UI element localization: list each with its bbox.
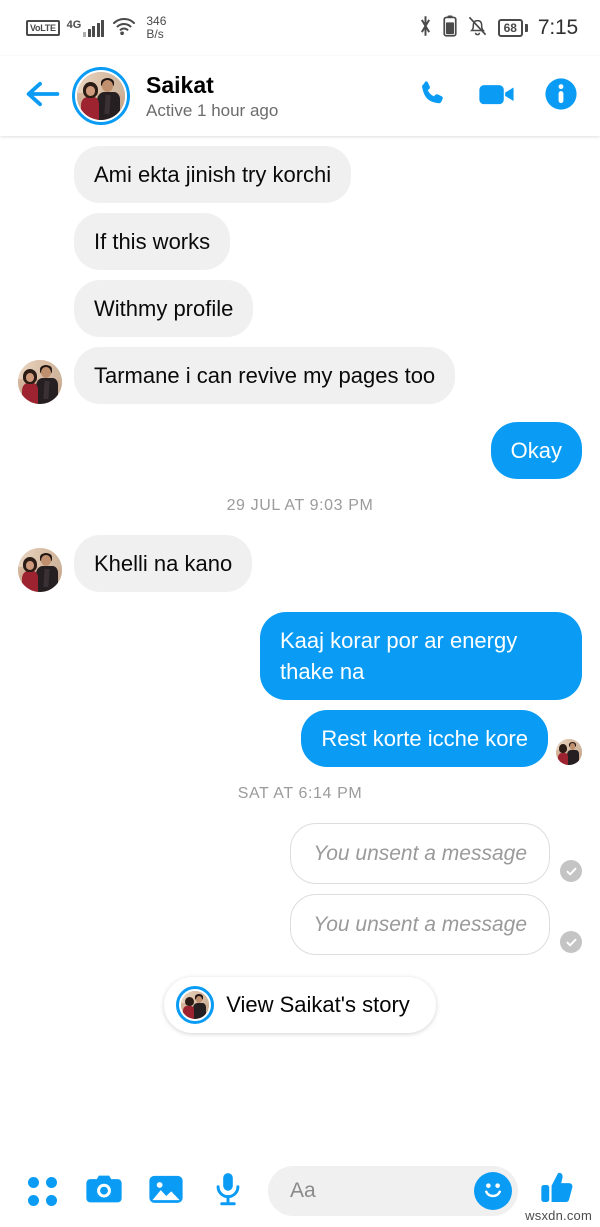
data-rate-indicator: 346 B/s xyxy=(146,15,166,41)
battery-icon xyxy=(442,14,457,42)
avatar-photo xyxy=(77,72,125,120)
delivered-check-icon xyxy=(560,860,582,882)
clock-label: 7:15 xyxy=(537,16,578,39)
bluetooth-icon xyxy=(418,15,433,42)
message-bubble-outgoing[interactable]: Kaaj korar por ar energy thake na xyxy=(260,612,582,700)
view-story-button[interactable]: View Saikat's story xyxy=(164,977,436,1033)
view-story-label: View Saikat's story xyxy=(226,992,410,1017)
info-button[interactable] xyxy=(544,77,578,116)
message-row: Kaaj korar por ar energy thake na xyxy=(0,612,600,700)
active-status-label: Active 1 hour ago xyxy=(146,100,279,120)
phone-call-button[interactable] xyxy=(416,77,450,116)
composer-placeholder: Aa xyxy=(290,1179,316,1202)
status-bar-right: 68 7:15 xyxy=(418,14,578,42)
chat-header: Saikat Active 1 hour ago xyxy=(0,56,600,136)
gallery-button[interactable] xyxy=(140,1165,192,1217)
status-bar-left: VoLTE 4G 346 B/s xyxy=(26,15,166,41)
message-row: You unsent a message xyxy=(0,823,600,884)
volte-badge: VoLTE xyxy=(26,20,60,36)
story-avatar-ring xyxy=(176,986,215,1024)
story-row: View Saikat's story xyxy=(0,977,600,1033)
battery-percent-label: 68 xyxy=(497,19,523,37)
story-avatar-photo xyxy=(181,991,210,1019)
message-bubble-incoming[interactable]: Tarmane i can revive my pages too xyxy=(74,347,456,404)
status-bar: VoLTE 4G 346 B/s 68 7:15 xyxy=(0,0,600,56)
camera-icon xyxy=(85,1173,123,1210)
message-thread[interactable]: Ami ekta jinish try korchi If this works… xyxy=(0,136,600,1155)
timestamp-divider: 29 JUL AT 9:03 PM xyxy=(226,497,374,514)
video-camera-icon xyxy=(478,79,516,114)
message-row: If this works xyxy=(0,213,600,270)
message-bubble-outgoing[interactable]: Okay xyxy=(490,422,582,479)
signal-bars-icon: 4G xyxy=(66,18,105,37)
four-dots-grid-icon xyxy=(27,1176,57,1206)
back-arrow-icon xyxy=(25,79,61,114)
message-row: Ami ekta jinish try korchi xyxy=(0,146,600,203)
message-bubble-unsent[interactable]: You unsent a message xyxy=(290,894,550,955)
thumbs-up-icon xyxy=(539,1170,577,1213)
message-bubble-incoming[interactable]: If this works xyxy=(74,213,231,270)
network-type-label: 4G xyxy=(66,18,82,31)
message-bubble-outgoing[interactable]: Rest korte icche kore xyxy=(301,710,548,767)
message-row: Tarmane i can revive my pages too xyxy=(0,347,600,404)
message-row: Khelli na kano xyxy=(0,535,600,592)
header-actions xyxy=(416,77,578,116)
back-button[interactable] xyxy=(20,79,66,114)
sender-avatar[interactable] xyxy=(18,548,62,592)
message-row: Rest korte icche kore xyxy=(0,710,600,767)
info-circle-icon xyxy=(544,77,578,116)
header-text-block[interactable]: Saikat Active 1 hour ago xyxy=(146,71,416,122)
microphone-button[interactable] xyxy=(202,1165,254,1217)
delivered-check-icon xyxy=(560,931,582,953)
phone-call-icon xyxy=(416,77,450,116)
message-input[interactable]: Aa xyxy=(268,1166,518,1216)
message-bubble-incoming[interactable]: Khelli na kano xyxy=(74,535,253,592)
microphone-icon xyxy=(213,1172,243,1211)
camera-button[interactable] xyxy=(78,1165,130,1217)
timestamp-divider: SAT AT 6:14 PM xyxy=(237,785,363,802)
wifi-icon xyxy=(111,16,137,41)
image-gallery-icon xyxy=(148,1173,184,1210)
composer-toolbar: Aa xyxy=(0,1155,600,1227)
watermark: wsxdn.com xyxy=(525,1208,592,1223)
smiley-face-icon xyxy=(478,1174,508,1209)
emoji-button[interactable] xyxy=(474,1172,512,1210)
battery-cap xyxy=(524,24,528,32)
mute-bell-icon xyxy=(467,15,488,42)
message-row: Okay xyxy=(0,422,600,479)
sender-avatar[interactable] xyxy=(18,360,62,404)
message-bubble-incoming[interactable]: Ami ekta jinish try korchi xyxy=(74,146,352,203)
data-rate-unit: B/s xyxy=(146,27,164,41)
message-bubble-incoming[interactable]: Withmy profile xyxy=(74,280,254,337)
avatar[interactable] xyxy=(72,67,130,125)
apps-button[interactable] xyxy=(16,1165,68,1217)
message-row: You unsent a message xyxy=(0,894,600,955)
message-row: Withmy profile xyxy=(0,280,600,337)
video-call-button[interactable] xyxy=(478,79,516,114)
message-bubble-unsent[interactable]: You unsent a message xyxy=(290,823,550,884)
seen-by-avatar xyxy=(556,739,582,765)
page-title: Saikat xyxy=(146,71,214,98)
